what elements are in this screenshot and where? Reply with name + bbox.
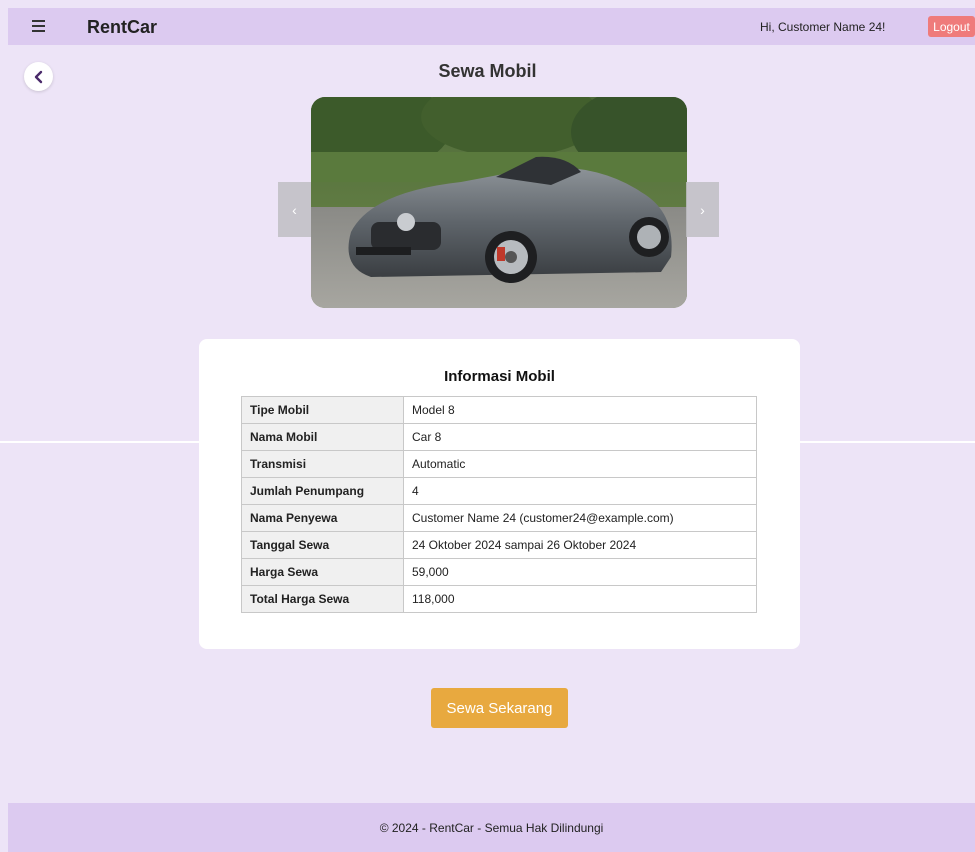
table-row: Total Harga Sewa 118,000: [241, 585, 757, 613]
row-value: 24 Oktober 2024 sampai 26 Oktober 2024: [403, 531, 757, 559]
table-row: Nama Mobil Car 8: [241, 423, 757, 451]
row-value: Car 8: [403, 423, 757, 451]
row-label: Tanggal Sewa: [241, 531, 404, 559]
row-value: Automatic: [403, 450, 757, 478]
info-table: Tipe Mobil Model 8 Nama Mobil Car 8 Tran…: [241, 396, 757, 613]
carousel-next-button[interactable]: ›: [686, 182, 719, 237]
row-label: Transmisi: [241, 450, 404, 478]
row-value: Model 8: [403, 396, 757, 424]
footer-text: © 2024 - RentCar - Semua Hak Dilindungi: [379, 820, 604, 835]
table-row: Transmisi Automatic: [241, 450, 757, 478]
row-value: 59,000: [403, 558, 757, 586]
rent-now-button[interactable]: Sewa Sekarang: [431, 688, 568, 728]
footer: © 2024 - RentCar - Semua Hak Dilindungi: [8, 803, 975, 852]
row-label: Tipe Mobil: [241, 396, 404, 424]
row-value: Customer Name 24 (customer24@example.com…: [403, 504, 757, 532]
carousel-prev-button[interactable]: ‹: [278, 182, 311, 237]
page-title: Sewa Mobil: [438, 61, 537, 81]
info-title: Informasi Mobil: [444, 368, 555, 385]
hamburger-menu-icon[interactable]: [32, 20, 45, 32]
table-row: Tipe Mobil Model 8: [241, 396, 757, 424]
row-value: 4: [403, 477, 757, 505]
row-label: Harga Sewa: [241, 558, 404, 586]
table-row: Nama Penyewa Customer Name 24 (customer2…: [241, 504, 757, 532]
table-row: Tanggal Sewa 24 Oktober 2024 sampai 26 O…: [241, 531, 757, 559]
row-label: Nama Penyewa: [241, 504, 404, 532]
table-row: Harga Sewa 59,000: [241, 558, 757, 586]
navbar: RentCar Hi, Customer Name 24! Logout: [8, 8, 975, 45]
row-label: Total Harga Sewa: [241, 585, 404, 613]
table-row: Jumlah Penumpang 4: [241, 477, 757, 505]
row-label: Nama Mobil: [241, 423, 404, 451]
car-info-card: Informasi Mobil Tipe Mobil Model 8 Nama …: [199, 339, 800, 649]
row-label: Jumlah Penumpang: [241, 477, 404, 505]
car-image: [311, 97, 687, 308]
logout-button[interactable]: Logout: [928, 16, 975, 37]
brand-logo[interactable]: RentCar: [87, 17, 157, 38]
row-value: 118,000: [403, 585, 757, 613]
user-greeting: Hi, Customer Name 24!: [760, 20, 886, 34]
